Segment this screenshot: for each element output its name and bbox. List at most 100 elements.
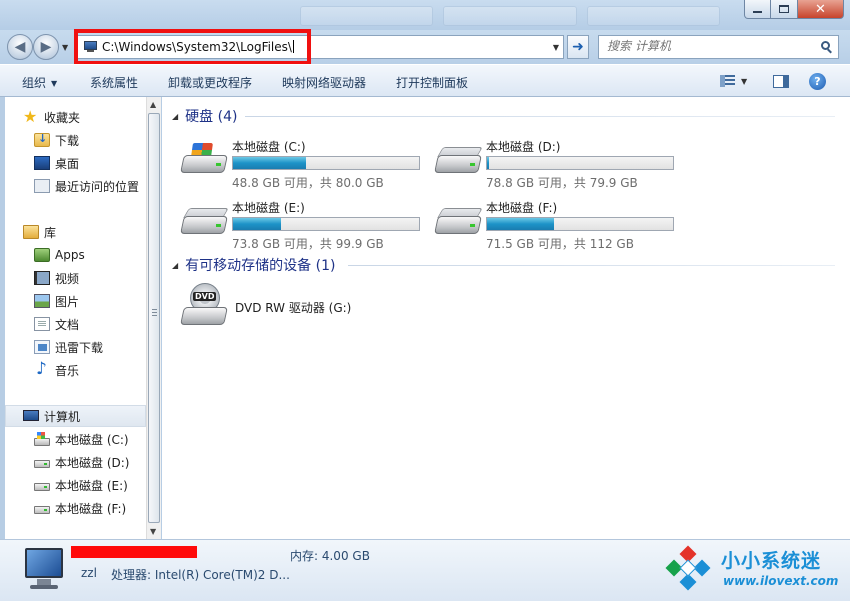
organize-button[interactable]: 组织 ▼ xyxy=(22,74,57,91)
search-input[interactable] xyxy=(607,39,807,53)
nav-recent-places[interactable]: 最近访问的位置 xyxy=(5,175,146,197)
minimize-button[interactable] xyxy=(744,0,771,19)
system-drive-icon xyxy=(180,143,228,179)
nav-label: 本地磁盘 (E:) xyxy=(55,478,128,493)
change-view-button[interactable]: ▼ xyxy=(720,71,752,91)
drive-name: 本地磁盘 (E:) xyxy=(232,201,305,215)
help-button[interactable]: ? xyxy=(809,71,827,91)
search-box[interactable] xyxy=(598,35,839,59)
drive-tile-c[interactable]: 本地磁盘 (C:) 48.8 GB 可用，共 80.0 GB xyxy=(180,131,430,190)
nav-xunlei-downloads[interactable]: 迅雷下载 xyxy=(5,336,146,358)
group-title: 硬盘 (4) xyxy=(185,109,238,125)
forward-button[interactable]: ▶ xyxy=(33,34,59,60)
maximize-button[interactable] xyxy=(771,0,798,19)
map-network-drive-button[interactable]: 映射网络驱动器 xyxy=(282,74,366,91)
nav-videos[interactable]: 视频 xyxy=(5,267,146,289)
nav-label: 迅雷下载 xyxy=(55,340,104,355)
scroll-thumb[interactable] xyxy=(148,113,160,523)
nav-label: 桌面 xyxy=(55,156,80,171)
nav-label: 本地磁盘 (F:) xyxy=(55,501,127,516)
user-name: zzl xyxy=(81,566,97,580)
diamond-logo-icon xyxy=(663,545,713,591)
go-button[interactable]: ➜ xyxy=(567,35,589,59)
grip-icon xyxy=(152,309,157,317)
nav-libraries[interactable]: 库 xyxy=(5,221,146,243)
nav-drive-d[interactable]: 本地磁盘 (D:) xyxy=(5,451,146,473)
preview-pane-icon xyxy=(773,74,789,88)
preview-pane-button[interactable] xyxy=(773,71,791,91)
nav-favorites[interactable]: 收藏夹 xyxy=(5,106,146,128)
nav-drive-f[interactable]: 本地磁盘 (F:) xyxy=(5,497,146,519)
drive-name: 本地磁盘 (D:) xyxy=(486,140,561,154)
nav-label: 本地磁盘 (C:) xyxy=(55,432,129,447)
removable-group-header[interactable]: ◢ 有可移动存储的设备 (1) xyxy=(172,255,335,275)
processor-info: 处理器: Intel(R) Core(TM)2 D... xyxy=(111,568,290,582)
group-divider xyxy=(245,116,835,117)
open-control-panel-button[interactable]: 打开控制面板 xyxy=(396,74,468,91)
nav-label: 库 xyxy=(44,225,57,240)
watermark-url: www.ilovext.com xyxy=(723,574,839,588)
drive-free-space: 73.8 GB 可用，共 99.9 GB xyxy=(232,237,384,251)
nav-documents[interactable]: 文档 xyxy=(5,313,146,335)
drive-tile-e[interactable]: 本地磁盘 (E:) 73.8 GB 可用，共 99.9 GB xyxy=(180,192,430,251)
drive-icon xyxy=(434,143,483,179)
collapse-triangle-icon: ◢ xyxy=(172,111,179,121)
view-tiles-icon xyxy=(720,75,735,87)
xunlei-folder-icon xyxy=(34,340,50,354)
memory-info: 内存: 4.00 GB xyxy=(290,549,370,563)
nav-desktop[interactable]: 桌面 xyxy=(5,152,146,174)
command-bar: 组织 ▼ 系统属性 卸载或更改程序 映射网络驱动器 打开控制面板 ▼ ? xyxy=(0,64,850,97)
close-button[interactable]: ✕ xyxy=(798,0,844,19)
search-icon[interactable] xyxy=(821,41,833,54)
uninstall-program-button[interactable]: 卸载或更改程序 xyxy=(168,74,252,91)
desktop-icon xyxy=(34,156,50,170)
system-properties-button[interactable]: 系统属性 xyxy=(90,74,138,91)
forward-arrow-icon: ▶ xyxy=(40,39,52,55)
nav-label: 文档 xyxy=(55,317,80,332)
navigation-pane: 收藏夹 下载 桌面 最近访问的位置 库 Apps 视频 图片 文档 迅雷下载 音… xyxy=(5,97,146,539)
recent-pages-dropdown-icon[interactable]: ▼ xyxy=(62,43,68,52)
address-dropdown-icon[interactable]: ▼ xyxy=(553,43,559,52)
dvd-drive-tile[interactable]: DVD DVD RW 驱动器 (G:) xyxy=(180,283,430,329)
dvd-icon-label: DVD xyxy=(193,292,217,301)
nav-computer[interactable]: 计算机 xyxy=(5,405,146,427)
maximize-icon xyxy=(779,5,789,13)
drive-usage-bar xyxy=(486,217,674,231)
nav-apps[interactable]: Apps xyxy=(5,244,146,266)
drive-icon xyxy=(180,204,229,240)
nav-music[interactable]: 音乐 xyxy=(5,359,146,381)
computer-icon xyxy=(21,548,67,592)
nav-downloads[interactable]: 下载 xyxy=(5,129,146,151)
scroll-down-icon[interactable]: ▼ xyxy=(150,527,156,536)
drive-icon xyxy=(434,204,483,240)
scroll-up-icon[interactable]: ▲ xyxy=(150,100,156,109)
drive-tile-d[interactable]: 本地磁盘 (D:) 78.8 GB 可用，共 79.9 GB xyxy=(434,131,684,190)
drive-usage-fill xyxy=(233,157,306,169)
drive-free-space: 78.8 GB 可用，共 79.9 GB xyxy=(486,176,638,190)
drive-icon xyxy=(34,482,50,491)
hard-disks-group-header[interactable]: ◢ 硬盘 (4) xyxy=(172,106,237,126)
nav-scrollbar[interactable]: ▲ ▼ xyxy=(146,97,161,539)
drive-tile-f[interactable]: 本地磁盘 (F:) 71.5 GB 可用，共 112 GB xyxy=(434,192,684,251)
drive-usage-bar xyxy=(486,156,674,170)
content-pane: ◢ 硬盘 (4) 本地磁盘 (C:) 48.8 GB 可用，共 80.0 GB 本… xyxy=(162,97,850,539)
nav-pictures[interactable]: 图片 xyxy=(5,290,146,312)
drive-name: 本地磁盘 (C:) xyxy=(232,140,306,154)
system-drive-icon xyxy=(34,431,50,446)
address-highlight-box xyxy=(74,29,311,65)
nav-drive-c[interactable]: 本地磁盘 (C:) xyxy=(5,428,146,450)
close-icon: ✕ xyxy=(815,1,826,17)
nav-drive-e[interactable]: 本地磁盘 (E:) xyxy=(5,474,146,496)
picture-icon xyxy=(34,294,50,308)
drive-icon xyxy=(34,505,50,514)
video-icon xyxy=(34,271,50,285)
chevron-down-icon: ▼ xyxy=(741,76,748,86)
back-button[interactable]: ◀ xyxy=(7,34,33,60)
drive-free-space: 71.5 GB 可用，共 112 GB xyxy=(486,237,634,251)
group-title: 有可移动存储的设备 (1) xyxy=(185,258,336,274)
arrow-right-icon: ➜ xyxy=(572,39,584,55)
drive-free-space: 48.8 GB 可用，共 80.0 GB xyxy=(232,176,384,190)
watermark-title: 小小系统迷 xyxy=(721,550,822,572)
document-icon xyxy=(34,317,50,331)
music-icon xyxy=(34,359,50,379)
